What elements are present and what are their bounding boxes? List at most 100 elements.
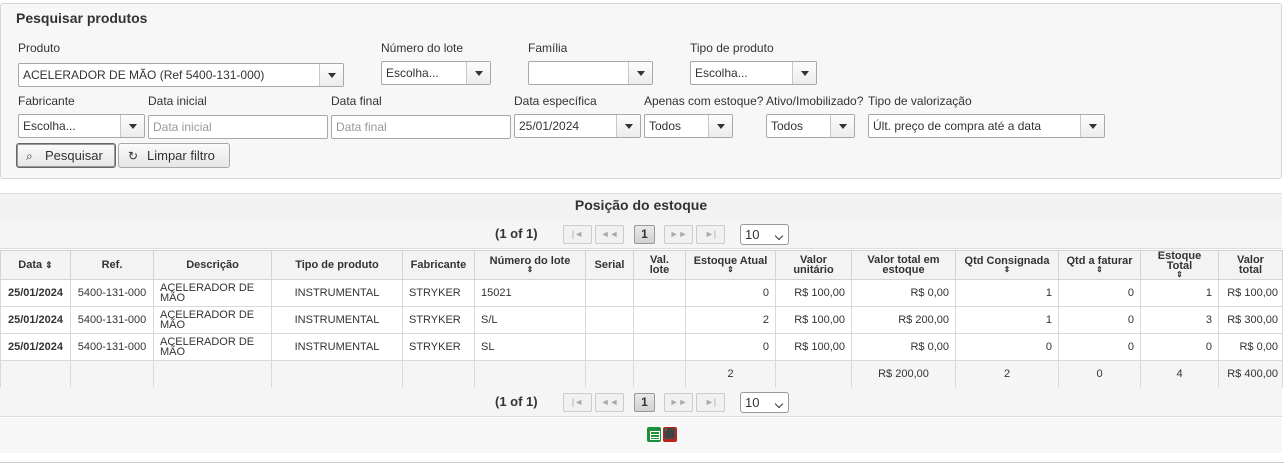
excel-icon[interactable] [647, 427, 661, 442]
cell-tipo: INSTRUMENTAL [271, 306, 403, 334]
rows-per-page-value: 10 [745, 227, 760, 242]
sort-icon[interactable]: ⇕ [477, 266, 583, 274]
cell-serial [585, 306, 634, 334]
first-page-icon[interactable]: |◄ [563, 393, 592, 412]
col-data-label: Data [18, 259, 43, 271]
lote-value: Escolha... [386, 66, 439, 80]
col-fabricante: Fabricante [402, 250, 475, 280]
sort-icon[interactable]: ⇕ [45, 260, 53, 270]
pager-info: (1 of 1) [495, 226, 538, 241]
data-final-label: Data final [331, 94, 382, 108]
cell-empty [70, 360, 154, 388]
data-especifica-select[interactable]: 25/01/2024 [514, 114, 641, 138]
pager-bottom: (1 of 1) |◄ ◄◄ 1 ►► ►| 10 [0, 387, 1282, 417]
sort-icon[interactable]: ⇕ [1061, 266, 1138, 274]
search-icon: ⌕ [26, 149, 33, 163]
chevron-down-icon[interactable] [830, 115, 854, 137]
rows-per-page-value: 10 [745, 395, 760, 410]
rows-per-page-select[interactable]: 10 [740, 392, 789, 413]
chevron-down-icon[interactable] [319, 64, 343, 86]
data-especifica-label: Data específica [514, 94, 597, 108]
sort-icon[interactable]: ⇕ [958, 266, 1056, 274]
data-final-input[interactable] [331, 115, 511, 139]
col-valor-total: Valor total [1218, 250, 1283, 280]
last-page-icon[interactable]: ►| [696, 393, 725, 412]
lote-select[interactable]: Escolha... [381, 61, 491, 85]
cell-ref: 5400-131-000 [70, 279, 154, 307]
cell-fabricante: STRYKER [402, 333, 475, 361]
last-page-icon[interactable]: ►| [696, 225, 725, 244]
chevron-down-icon[interactable] [1080, 115, 1104, 137]
table-header: Data ⇕ Ref. Descrição Tipo de produto Fab… [0, 250, 1283, 280]
col-serial: Serial [585, 250, 634, 280]
fabricante-value: Escolha... [23, 119, 76, 133]
cell-descricao: ACELERADOR DE MÃO [153, 306, 272, 334]
page-button[interactable]: 1 [634, 393, 655, 412]
familia-select[interactable] [528, 61, 653, 85]
apenas-estoque-label: Apenas com estoque? [644, 94, 764, 108]
tipo-label: Tipo de produto [690, 41, 774, 55]
col-lote[interactable]: Número do lote ⇕ [474, 250, 586, 280]
cell-tipo: INSTRUMENTAL [271, 333, 403, 361]
cell-qtd-faturar: 0 [1058, 279, 1141, 307]
familia-label: Família [528, 41, 568, 55]
sort-icon[interactable]: ⇕ [688, 266, 773, 274]
ativo-select[interactable]: Todos [766, 114, 855, 138]
pager-info: (1 of 1) [495, 394, 538, 409]
next-page-icon[interactable]: ►► [664, 225, 693, 244]
col-data[interactable]: Data ⇕ [0, 250, 71, 280]
prev-page-icon[interactable]: ◄◄ [595, 225, 624, 244]
cell-data: 25/01/2024 [0, 333, 71, 361]
apenas-estoque-select[interactable]: Todos [644, 114, 733, 138]
totals-row: 2 R$ 200,00 2 0 4 R$ 400,00 [0, 360, 1283, 388]
produto-select[interactable]: ACELERADOR DE MÃO (Ref 5400-131-000) [18, 63, 344, 87]
prev-page-icon[interactable]: ◄◄ [595, 393, 624, 412]
first-page-icon[interactable]: |◄ [563, 225, 592, 244]
data-especifica-value: 25/01/2024 [519, 119, 580, 133]
cell-estoque-total: 3 [1140, 306, 1219, 334]
next-page-icon[interactable]: ►► [664, 393, 693, 412]
pesquisar-button[interactable]: ⌕ Pesquisar [16, 143, 116, 168]
col-estoque-total[interactable]: Estoque Total ⇕ [1140, 250, 1219, 280]
cell-empty [474, 360, 586, 388]
chevron-down-icon[interactable] [628, 62, 652, 84]
rows-per-page-select[interactable]: 10 [740, 224, 789, 245]
chevron-down-icon[interactable] [708, 115, 732, 137]
total-valor-total: R$ 400,00 [1218, 360, 1283, 388]
col-tipo: Tipo de produto [271, 250, 403, 280]
pdf-icon[interactable]: ⬛ [663, 427, 677, 442]
chevron-down-icon[interactable] [120, 115, 144, 137]
chevron-down-icon[interactable] [466, 62, 490, 84]
col-qtd-faturar[interactable]: Qtd a faturar ⇕ [1058, 250, 1141, 280]
col-qtd-consignada[interactable]: Qtd Consignada ⇕ [955, 250, 1059, 280]
valorizacao-label: Tipo de valorização [868, 94, 972, 108]
cell-valor-total-estoque: R$ 0,00 [851, 333, 956, 361]
table-row[interactable]: 25/01/2024 5400-131-000 ACELERADOR DE MÃ… [0, 333, 1283, 361]
valorizacao-select[interactable]: Últ. preço de compra até a data [868, 114, 1105, 138]
pesquisar-label: Pesquisar [45, 148, 103, 163]
sort-icon[interactable]: ⇕ [1143, 271, 1216, 279]
fabricante-label: Fabricante [18, 94, 75, 108]
limpar-filtro-button[interactable]: ↻ Limpar filtro [118, 143, 230, 168]
cell-val-lote [633, 279, 686, 307]
cell-tipo: INSTRUMENTAL [271, 279, 403, 307]
table-row[interactable]: 25/01/2024 5400-131-000 ACELERADOR DE MÃ… [0, 306, 1283, 334]
col-estoque-atual[interactable]: Estoque Atual ⇕ [685, 250, 776, 280]
page-button[interactable]: 1 [634, 225, 655, 244]
chevron-down-icon[interactable] [792, 62, 816, 84]
total-qtd-consignada: 2 [955, 360, 1059, 388]
table-row[interactable]: 25/01/2024 5400-131-000 ACELERADOR DE MÃ… [0, 279, 1283, 307]
fabricante-select[interactable]: Escolha... [18, 114, 145, 138]
col-valor-unitario-label-2: unitário [793, 264, 834, 276]
cell-empty [775, 360, 852, 388]
tipo-select[interactable]: Escolha... [690, 61, 817, 85]
tipo-value: Escolha... [695, 66, 748, 80]
search-panel: Pesquisar produtos Produto Número do lot… [0, 3, 1282, 179]
cell-estoque-total: 1 [1140, 279, 1219, 307]
export-bar: ⬛ [0, 418, 1282, 453]
chevron-down-icon[interactable] [616, 115, 640, 137]
total-valor-total-estoque: R$ 200,00 [851, 360, 956, 388]
data-inicial-input[interactable] [148, 115, 328, 139]
cell-empty [402, 360, 475, 388]
cell-val-lote [633, 333, 686, 361]
